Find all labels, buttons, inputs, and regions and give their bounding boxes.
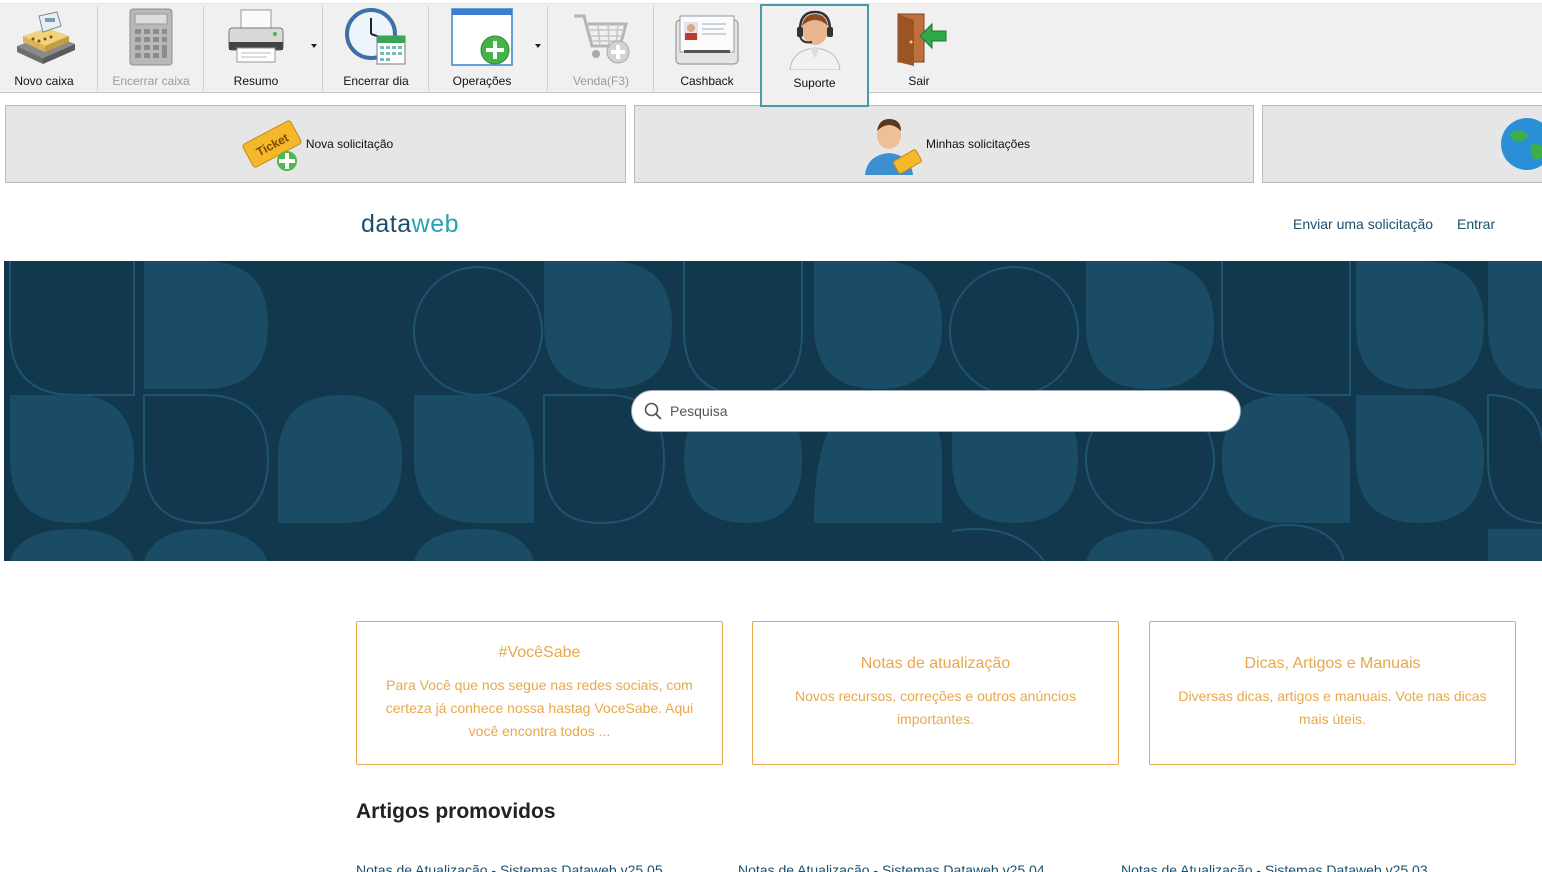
toolbar-separator [653, 6, 654, 91]
category-description: Para Você que nos segue nas redes sociai… [385, 676, 694, 739]
enviar-solicitacao-link[interactable]: Enviar uma solicitação [1293, 216, 1433, 232]
calculator-icon [116, 4, 186, 70]
toolbar-label: Operações [452, 74, 512, 88]
toolbar-label: Resumo [233, 74, 279, 88]
promoted-article-link[interactable]: Notas de Atualização - Sistemas Dataweb … [1121, 862, 1428, 872]
category-card-notas-atualizacao[interactable]: Notas de atualização Novos recursos, cor… [752, 621, 1119, 765]
toolbar-label: Encerrar caixa [112, 74, 190, 88]
toolbar-button-operacoes[interactable]: Operações [446, 4, 518, 93]
toolbar-label: Novo caixa [14, 74, 74, 88]
category-card-dicas[interactable]: Dicas, Artigos e Manuais Diversas dicas,… [1149, 621, 1516, 765]
toolbar-separator [547, 6, 548, 91]
toolbar-button-venda[interactable]: Venda(F3) [565, 4, 637, 93]
toolbar-label: Venda(F3) [572, 74, 630, 88]
toolbar-separator [203, 6, 204, 91]
hero-banner [4, 261, 1542, 561]
search-icon [644, 402, 662, 420]
globe-icon [1493, 110, 1542, 178]
search-input[interactable] [670, 403, 1210, 419]
support-tab-bar: Ticket Nova solicitação Minhas solicitaç… [0, 93, 1542, 190]
toolbar-button-suporte[interactable]: Suporte [760, 4, 869, 107]
id-card-icon [672, 4, 742, 70]
cart-add-icon [566, 4, 636, 70]
portal-web-button[interactable] [1262, 105, 1542, 183]
cash-register-icon [9, 4, 79, 70]
toolbar-separator [428, 6, 429, 91]
logo-text-web: web [411, 210, 460, 238]
search-box[interactable] [631, 390, 1241, 432]
toolbar-button-resumo[interactable]: Resumo [220, 4, 292, 93]
window-add-icon [447, 4, 517, 70]
exit-door-icon [884, 4, 954, 70]
logo-text-data: data [361, 210, 412, 238]
toolbar-separator [322, 6, 323, 91]
toolbar-button-cashback[interactable]: Cashback [671, 4, 743, 93]
clock-calendar-icon [341, 4, 411, 70]
category-card-vocesabe[interactable]: #VocêSabe Para Você que nos segue nas re… [356, 621, 723, 765]
toolbar-label: Sair [908, 74, 930, 88]
main-toolbar: Novo caixa Encerrar caixa Resumo Encerra… [0, 4, 1542, 107]
toolbar-button-novo-caixa[interactable]: Novo caixa [6, 4, 82, 93]
operacoes-dropdown-icon[interactable] [535, 44, 541, 48]
toolbar-button-encerrar-dia[interactable]: Encerrar dia [338, 4, 414, 93]
dataweb-logo[interactable]: dataweb [361, 210, 459, 239]
category-title: Notas de atualização [860, 655, 1011, 672]
printer-icon [221, 4, 291, 70]
category-title: Dicas, Artigos e Manuais [1244, 655, 1421, 672]
minhas-solicitacoes-button[interactable]: Minhas solicitações [634, 105, 1254, 183]
minhas-solicitacoes-label: Minhas solicitações [925, 137, 1031, 151]
nova-solicitacao-button[interactable]: Ticket Nova solicitação [5, 105, 626, 183]
user-ticket-icon [858, 110, 926, 178]
help-center-webview: dataweb Enviar uma solicitação Entrar Pe… [4, 190, 1542, 872]
ticket-add-icon: Ticket [238, 110, 306, 178]
category-description: Novos recursos, correções e outros anúnc… [795, 688, 1076, 727]
promoted-article-link[interactable]: Notas de Atualização - Sistemas Dataweb … [738, 862, 1045, 872]
nova-solicitacao-label: Nova solicitação [305, 137, 394, 151]
promoted-articles-heading: Artigos promovidos [356, 800, 556, 823]
toolbar-separator [97, 6, 98, 91]
toolbar-button-sair[interactable]: Sair [883, 4, 955, 93]
resumo-dropdown-icon[interactable] [311, 44, 317, 48]
support-headset-icon [780, 6, 850, 72]
category-title: #VocêSabe [498, 643, 581, 661]
toolbar-label: Cashback [680, 74, 734, 88]
category-description: Diversas dicas, artigos e manuais. Vote … [1178, 688, 1487, 727]
entrar-link[interactable]: Entrar [1457, 216, 1495, 232]
toolbar-button-encerrar-caixa[interactable]: Encerrar caixa [110, 4, 192, 93]
toolbar-label: Encerrar dia [343, 74, 409, 88]
toolbar-label: Suporte [793, 76, 836, 90]
promoted-article-link[interactable]: Notas de Atualização - Sistemas Dataweb … [356, 862, 663, 872]
